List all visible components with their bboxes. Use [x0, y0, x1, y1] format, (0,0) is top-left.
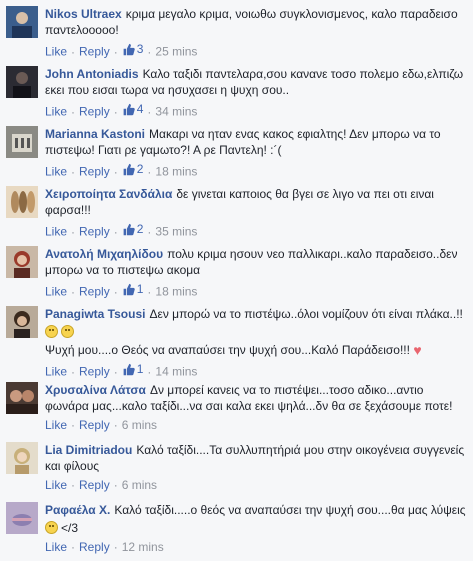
comment-time[interactable]: 18 mins — [155, 285, 197, 299]
thumbs-up-icon — [123, 283, 135, 295]
reply-link[interactable]: Reply — [79, 105, 110, 119]
like-link[interactable]: Like — [45, 105, 67, 119]
reply-link[interactable]: Reply — [79, 418, 110, 432]
like-link[interactable]: Like — [45, 418, 67, 432]
thumbs-up-icon — [123, 223, 135, 235]
like-link[interactable]: Like — [45, 285, 67, 299]
avatar[interactable] — [6, 502, 38, 534]
comment-emoji-row — [45, 324, 467, 340]
like-count[interactable]: 1 — [122, 281, 143, 297]
thumbs-up-icon — [123, 43, 135, 55]
avatar[interactable] — [6, 186, 38, 218]
avatar[interactable] — [6, 6, 38, 38]
comment-actions: Like · Reply · 2 · 35 mins — [45, 221, 198, 239]
heart-icon: ♥ — [413, 342, 422, 358]
comment-author[interactable]: Χρυσαλίνα Λάτσα — [45, 383, 146, 397]
comment-author[interactable]: Ραφαέλα Χ. — [45, 503, 110, 517]
like-link[interactable]: Like — [45, 478, 67, 492]
comment-time[interactable]: 12 mins — [122, 540, 164, 554]
like-count[interactable]: 3 — [122, 41, 143, 57]
comment-text-continued: </3 — [45, 520, 467, 536]
thumbs-up-icon — [123, 163, 135, 175]
comment-text: Καλό ταξίδι.....ο θεός να αναπαύσει την … — [114, 503, 466, 517]
comment: Χρυσαλίνα Λάτσα Δν μπορεί κανεις να το πι… — [0, 376, 473, 436]
reply-link[interactable]: Reply — [79, 45, 110, 59]
comment-time[interactable]: 35 mins — [155, 225, 197, 239]
comment-text-continued: Ψυχή μου....ο Θεός να αναπαύσει την ψυχή… — [45, 342, 422, 358]
comment: Ανατολή Μιχαηλίδου πολυ κριμα ησουν νεο π… — [0, 240, 473, 300]
comment-actions: Like · Reply · 1 · 18 mins — [45, 281, 198, 299]
avatar[interactable] — [6, 126, 38, 158]
comment-text: Δεν μπορώ να το πιστέψω..όλοι νομίζουν ό… — [149, 307, 463, 321]
like-link[interactable]: Like — [45, 45, 67, 59]
comment: Panagiwta Tsousi Δεν μπορώ να το πιστέψω.… — [0, 300, 473, 379]
comment-list: Nikos Ultraex κριμα μεγαλο κριμα, νοιωθω … — [0, 0, 473, 561]
thumbs-up-icon — [123, 103, 135, 115]
comment-time[interactable]: 6 mins — [122, 478, 157, 492]
comment: Nikos Ultraex κριμα μεγαλο κριμα, νοιωθω … — [0, 0, 473, 60]
sad-face-icon — [45, 521, 58, 534]
confused-face-icon — [45, 325, 58, 338]
comment-time[interactable]: 18 mins — [155, 165, 197, 179]
confused-face-icon — [61, 325, 74, 338]
avatar[interactable] — [6, 246, 38, 278]
thumbs-up-icon — [123, 363, 135, 375]
like-count[interactable]: 1 — [122, 361, 143, 377]
comment-author[interactable]: Marianna Kastoni — [45, 127, 145, 141]
like-count[interactable]: 2 — [122, 161, 143, 177]
reply-link[interactable]: Reply — [79, 540, 110, 554]
comment: Ραφαέλα Χ. Καλό ταξίδι.....ο θεός να αναπ… — [0, 496, 473, 561]
comment: Marianna Kastoni Μακαρι να ηταν ενας κακο… — [0, 120, 473, 180]
comment-author[interactable]: Lia Dimitriadou — [45, 443, 132, 457]
like-link[interactable]: Like — [45, 225, 67, 239]
comment-author[interactable]: Nikos Ultraex — [45, 7, 122, 21]
reply-link[interactable]: Reply — [79, 165, 110, 179]
comment-author[interactable]: Panagiwta Tsousi — [45, 307, 145, 321]
comment-actions: Like · Reply · 3 · 25 mins — [45, 41, 198, 59]
avatar[interactable] — [6, 382, 38, 414]
avatar[interactable] — [6, 306, 38, 338]
reply-link[interactable]: Reply — [79, 225, 110, 239]
avatar[interactable] — [6, 442, 38, 474]
like-link[interactable]: Like — [45, 540, 67, 554]
comment-time[interactable]: 6 mins — [122, 418, 157, 432]
comment: John Antoniadis Καλο ταξιδι παντελαρα,σου… — [0, 60, 473, 120]
comment-actions: Like · Reply · 6 mins — [45, 478, 158, 492]
comment-author[interactable]: Ανατολή Μιχαηλίδου — [45, 247, 163, 261]
like-link[interactable]: Like — [45, 165, 67, 179]
comment-actions: Like · Reply · 2 · 18 mins — [45, 161, 198, 179]
comment-actions: Like · Reply · 6 mins — [45, 418, 158, 432]
reply-link[interactable]: Reply — [79, 478, 110, 492]
comment: Lia Dimitriadou Καλό ταξίδι....Τα συλλυπη… — [0, 436, 473, 496]
comment-author[interactable]: Χειροποίητα Σανδάλια — [45, 187, 172, 201]
comment-time[interactable]: 34 mins — [155, 105, 197, 119]
reply-link[interactable]: Reply — [79, 285, 110, 299]
comment-author[interactable]: John Antoniadis — [45, 67, 139, 81]
comment-actions: Like · Reply · 4 · 34 mins — [45, 101, 198, 119]
comment-time[interactable]: 25 mins — [155, 45, 197, 59]
comment: Χειροποίητα Σανδάλια δε γινεται καποιος θ… — [0, 180, 473, 240]
like-count[interactable]: 4 — [122, 101, 143, 117]
comment-actions: Like · Reply · 12 mins — [45, 540, 164, 554]
avatar[interactable] — [6, 66, 38, 98]
like-count[interactable]: 2 — [122, 221, 143, 237]
